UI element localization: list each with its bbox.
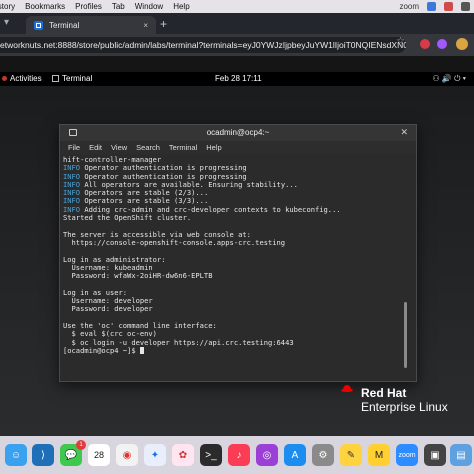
browser-content-top <box>0 56 474 72</box>
tab-title: Terminal <box>49 20 80 30</box>
cursor <box>139 347 144 355</box>
branding-line1: Red Hat <box>361 386 407 400</box>
line-text: [ocadmin@ocp4 ~]$ <box>63 345 140 355</box>
menu-help[interactable]: Help <box>173 2 189 11</box>
status-icon[interactable] <box>444 2 453 11</box>
chrome-icon[interactable]: ◉ <box>116 444 138 466</box>
vscode-icon[interactable]: ⟩ <box>32 444 54 466</box>
clock[interactable]: Feb 28 17:11 <box>215 74 262 83</box>
calendar-day: 28 <box>93 450 104 460</box>
terminal-dock-icon[interactable]: >_ <box>200 444 222 466</box>
line-text: Password: developer <box>63 304 153 314</box>
menu-search[interactable]: Search <box>136 143 160 152</box>
tab-list-icon[interactable]: ▾ <box>4 17 9 28</box>
browser-tabstrip: ▾ Terminal × + <box>0 13 474 34</box>
menu-view[interactable]: View <box>111 143 127 152</box>
miro-icon[interactable]: M <box>368 444 390 466</box>
terminal-line: Password: developer <box>63 305 406 313</box>
terminal-line: https://console-openshift-console.apps-c… <box>63 237 406 247</box>
photos-icon[interactable]: ✿ <box>172 444 194 466</box>
address-bar-row: etworknuts.net:8888/store/public/admin/l… <box>0 34 474 56</box>
terminal-favicon-icon <box>34 20 43 30</box>
app-menu[interactable]: Terminal <box>62 74 92 83</box>
profile-avatar[interactable] <box>456 38 468 50</box>
menu-edit[interactable]: Edit <box>89 143 102 152</box>
bookmark-star-icon[interactable]: ☆ <box>396 34 405 50</box>
terminal-output[interactable]: hift-controller-manager INFO Operator aut… <box>63 156 406 380</box>
finder-icon[interactable]: ☺ <box>5 444 27 466</box>
redhat-logo-icon <box>341 385 353 392</box>
mac-dock: ☺ ⟩ 💬 1 28 ◉ ✦ ✿ >_ ♪ ◎ A ⚙ ✎ M zoom ▣ ▤ <box>0 436 474 474</box>
extension-icon[interactable] <box>420 39 430 49</box>
app-icon[interactable]: ▣ <box>424 444 446 466</box>
zoom-icon[interactable]: zoom <box>396 444 418 466</box>
terminal-line: Password: wfaWx-2oiHR-dw6n6-EPLTB <box>63 272 406 280</box>
extension-icon[interactable] <box>437 39 447 49</box>
mac-menubar: istory Bookmarks Profiles Tab Window Hel… <box>0 0 474 13</box>
status-icon[interactable] <box>427 2 436 11</box>
messages-icon[interactable]: 💬 1 <box>60 440 86 466</box>
menu-window[interactable]: Window <box>135 2 163 11</box>
terminal-scrollbar[interactable] <box>404 302 407 368</box>
gnome-top-bar: Activities Terminal Feb 28 17:11 ⚇ 🔊 ⏻ ▾ <box>0 72 474 86</box>
menu-help[interactable]: Help <box>206 143 221 152</box>
window-title: ocadmin@ocp4:~ <box>206 128 270 137</box>
line-text: Started the OpenShift cluster. <box>63 213 192 223</box>
podcasts-icon[interactable]: ◎ <box>256 444 278 466</box>
branding-line2: Enterprise Linux <box>361 400 448 414</box>
menu-bookmarks[interactable]: Bookmarks <box>25 2 65 11</box>
menu-history[interactable]: istory <box>0 2 15 11</box>
url-bar[interactable]: etworknuts.net:8888/store/public/admin/l… <box>0 37 406 53</box>
close-icon[interactable]: × <box>143 21 148 30</box>
system-menu-icon[interactable]: ⚇ 🔊 ⏻ ▾ <box>433 74 467 84</box>
appstore-icon[interactable]: A <box>284 444 306 466</box>
menu-file[interactable]: File <box>68 143 80 152</box>
calendar-icon[interactable]: 28 <box>88 444 110 466</box>
menu-tab[interactable]: Tab <box>112 2 125 11</box>
line-text: Password: wfaWx-2oiHR-dw6n6-EPLTB <box>63 271 213 281</box>
terminal-window[interactable]: ocadmin@ocp4:~ ✕ File Edit View Search T… <box>59 124 417 382</box>
tab-terminal[interactable]: Terminal × <box>26 16 156 34</box>
menu-terminal[interactable]: Terminal <box>169 143 197 152</box>
close-icon[interactable]: ✕ <box>400 127 408 138</box>
badge: 1 <box>76 440 86 450</box>
notes-icon[interactable]: ✎ <box>340 444 362 466</box>
safari-icon[interactable]: ✦ <box>144 444 166 466</box>
menu-profiles[interactable]: Profiles <box>75 2 102 11</box>
terminal-menubar: File Edit View Search Terminal Help <box>60 141 416 154</box>
url-text[interactable]: etworknuts.net:8888/store/public/admin/l… <box>0 40 406 50</box>
app-icon[interactable]: ▤ <box>450 444 472 466</box>
activities-button[interactable]: Activities <box>10 74 42 83</box>
zoom-status[interactable]: zoom <box>399 2 419 11</box>
terminal-app-icon <box>52 75 59 82</box>
new-tab-button[interactable]: + <box>160 17 167 31</box>
line-text: https://console-openshift-console.apps-c… <box>63 237 286 247</box>
recording-icon <box>2 76 7 81</box>
terminal-line: [ocadmin@ocp4 ~]$ <box>63 345 406 355</box>
music-icon[interactable]: ♪ <box>228 444 250 466</box>
terminal-line: Started the OpenShift cluster. <box>63 213 406 223</box>
status-icon[interactable] <box>461 2 470 11</box>
terminal-titlebar[interactable]: ocadmin@ocp4:~ ✕ <box>60 125 416 141</box>
settings-icon[interactable]: ⚙ <box>312 444 334 466</box>
